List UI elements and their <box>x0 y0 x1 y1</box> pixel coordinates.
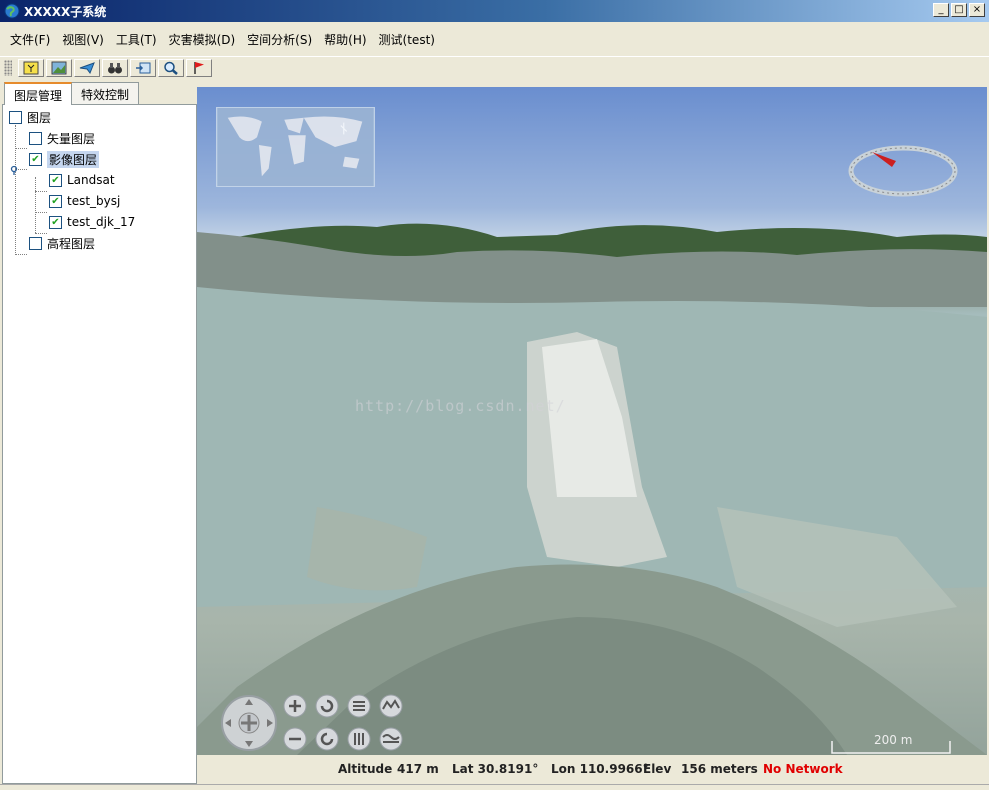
new-layer-icon <box>23 61 39 74</box>
checkbox-test-djk-17[interactable]: ✔ <box>49 215 62 229</box>
elevation-up-icon <box>379 694 403 718</box>
tree-line <box>35 191 47 192</box>
elevation-label: Elev <box>643 762 672 776</box>
tab-layer-management[interactable]: 图层管理 <box>4 82 73 105</box>
image-button[interactable] <box>46 58 72 77</box>
flag-icon <box>194 61 204 74</box>
tree-node-label: Landsat <box>67 173 115 187</box>
layer-tree: 图层 矢量图层 ✔ 影像图层 ✔ Landsat ✔ test_bysj ✔ t… <box>2 104 197 784</box>
altitude-label: Altitude <box>338 762 393 776</box>
menu-spatial-analysis[interactable]: 空间分析(S) <box>243 31 316 48</box>
tree-node-label: test_bysj <box>67 194 121 208</box>
checkbox-vector-layer[interactable] <box>29 131 42 145</box>
tree-line <box>35 177 36 233</box>
new-layer-button[interactable] <box>18 58 44 77</box>
menu-disaster-sim[interactable]: 灾害模拟(D) <box>165 31 240 48</box>
tab-effects-control[interactable]: 特效控制 <box>71 82 140 104</box>
tree-node-label: 影像图层 <box>47 150 100 168</box>
binoculars-button[interactable] <box>102 58 128 77</box>
flag-button[interactable] <box>186 58 212 77</box>
menu-test[interactable]: 测试(test) <box>375 31 439 48</box>
image-icon <box>51 61 67 74</box>
tree-expand-handle-icon[interactable] <box>9 165 19 175</box>
tree-node-landsat[interactable]: ✔ Landsat <box>49 170 115 190</box>
fly-button[interactable] <box>74 58 100 77</box>
window-title: XXXXX子系统 <box>24 4 107 19</box>
export-button[interactable] <box>130 58 156 77</box>
export-icon <box>136 62 151 73</box>
menu-tools[interactable]: 工具(T) <box>112 31 161 48</box>
world-minimap[interactable] <box>216 107 375 187</box>
tree-node-vector-layer[interactable]: 矢量图层 <box>29 128 95 148</box>
latitude-readout: Lat 30.8191° <box>452 762 539 776</box>
tree-line <box>15 125 16 255</box>
pan-control-icon <box>221 695 277 751</box>
tree-node-root[interactable]: 图层 <box>9 107 51 127</box>
tree-line <box>35 212 47 213</box>
rotate-right-icon <box>315 727 339 751</box>
checkbox-elevation-layer[interactable] <box>29 236 42 250</box>
fly-icon <box>79 61 95 74</box>
network-status: No Network <box>763 762 843 776</box>
checkbox-root[interactable] <box>9 110 22 124</box>
tree-node-label: 图层 <box>27 110 52 125</box>
menu-bar: 文件(F) 视图(V) 工具(T) 灾害模拟(D) 空间分析(S) 帮助(H) … <box>0 22 989 56</box>
elevation-down-icon <box>379 727 403 751</box>
toolbar-grip[interactable] <box>4 59 12 76</box>
toolbar <box>0 56 989 78</box>
title-bar: XXXXX子系统 _ □ × <box>0 0 989 22</box>
menu-help[interactable]: 帮助(H) <box>320 31 370 48</box>
checkbox-landsat[interactable]: ✔ <box>49 173 62 187</box>
tree-node-elevation-layer[interactable]: 高程图层 <box>29 233 95 253</box>
zoom-in-icon <box>283 694 307 718</box>
tree-node-label: 矢量图层 <box>47 131 96 146</box>
tilt-up-icon <box>347 694 371 718</box>
compass-icon[interactable] <box>848 145 958 197</box>
checkbox-test-bysj[interactable]: ✔ <box>49 194 62 208</box>
longitude-readout: Lon 110.9966° <box>551 762 649 776</box>
menu-file[interactable]: 文件(F) <box>6 31 54 48</box>
tree-line <box>15 148 27 149</box>
globe-app-icon <box>4 3 20 19</box>
binoculars-icon <box>108 62 122 73</box>
zoom-button[interactable] <box>158 58 184 77</box>
checkbox-imagery-layer[interactable]: ✔ <box>29 152 42 166</box>
tree-node-label: test_djk_17 <box>67 215 136 229</box>
elevation-value: 156 meters <box>681 762 758 776</box>
maximize-button[interactable]: □ <box>951 3 967 17</box>
watermark-text: http://blog.csdn.net/ <box>355 397 566 415</box>
left-panel: 图层管理 特效控制 图层 矢量图层 ✔ 影像图层 ✔ Landsat ✔ tes… <box>2 82 197 784</box>
tree-node-label: 高程图层 <box>47 236 96 251</box>
tree-node-test-bysj[interactable]: ✔ test_bysj <box>49 191 120 211</box>
tree-node-test-djk-17[interactable]: ✔ test_djk_17 <box>49 212 135 232</box>
zoom-icon <box>164 61 178 75</box>
navigation-controls <box>221 694 403 751</box>
window-frame-bottom <box>0 784 989 790</box>
scale-label: 200 m <box>874 733 913 747</box>
menu-view[interactable]: 视图(V) <box>58 31 108 48</box>
tree-line <box>15 254 27 255</box>
close-button[interactable]: × <box>969 3 985 17</box>
status-bar: Altitude 417 m Lat 30.8191° Lon 110.9966… <box>197 755 987 784</box>
minimize-button[interactable]: _ <box>933 3 949 17</box>
zoom-out-icon <box>283 727 307 751</box>
tree-node-imagery-layer[interactable]: ✔ 影像图层 <box>29 149 100 169</box>
rotate-left-icon <box>315 694 339 718</box>
world-map-icon <box>217 108 374 186</box>
globe-3d-view[interactable]: http://blog.csdn.net/ 200 m <box>197 87 987 755</box>
altitude-value: 417 m <box>397 762 439 776</box>
tilt-down-icon <box>347 727 371 751</box>
